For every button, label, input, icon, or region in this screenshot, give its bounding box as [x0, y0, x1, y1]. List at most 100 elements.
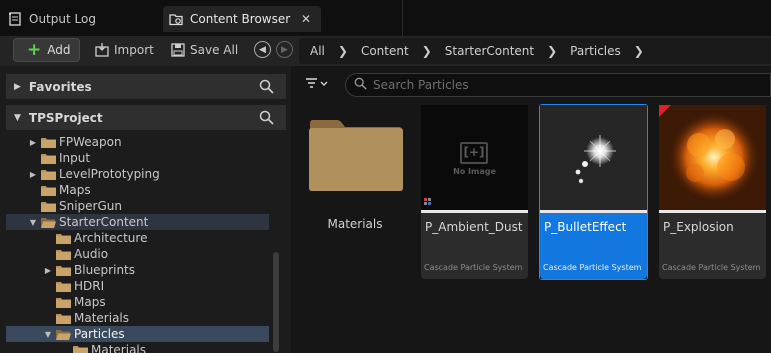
tree-item-label: FPWeapon [59, 135, 122, 149]
tree-item[interactable]: Input [6, 150, 269, 166]
breadcrumb-particles[interactable]: Particles [570, 44, 621, 58]
tree-item-label: Blueprints [74, 263, 136, 277]
tree-item[interactable]: ▼ Particles [6, 326, 269, 342]
asset-view: Materials [+] No Image P_Ambient_Dust Ca… [293, 66, 771, 353]
expand-right-icon[interactable]: ▶ [14, 82, 21, 92]
folder-tree: ▶ FPWeapon Input ▶ LevelPrototyping Maps Snipe… [6, 134, 271, 353]
search-icon [354, 77, 367, 93]
search-input[interactable] [373, 78, 753, 92]
folder-open-icon [41, 217, 56, 228]
toolbar: + Add Import Save All ◀ ▶ All ❯ Content … [0, 36, 771, 66]
expand-right-icon[interactable]: ▶ [43, 266, 53, 275]
plus-icon: + [27, 39, 42, 60]
import-button[interactable]: Import [95, 40, 154, 60]
scrollbar[interactable] [273, 252, 279, 352]
save-icon [171, 43, 185, 57]
tree-item[interactable]: Audio [6, 246, 269, 262]
sources-panel: ▶ Favorites ▼ TPSProject ▶ FPWeapon Input ▶… [0, 66, 291, 353]
folder-icon [56, 313, 71, 324]
asset-thumbnail [540, 105, 647, 210]
expand-down-icon[interactable]: ▼ [28, 218, 38, 227]
folder-icon [41, 185, 56, 196]
tab-output-log[interactable]: Output Log [0, 6, 160, 32]
search-icon[interactable] [259, 110, 274, 125]
tree-item[interactable]: Materials [6, 342, 269, 353]
favorites-header[interactable]: ▶ Favorites [6, 74, 286, 99]
asset-info: P_Ambient_Dust Cascade Particle System [421, 210, 528, 279]
modified-marker [659, 105, 671, 117]
search-box[interactable] [345, 73, 771, 97]
tree-item-label: Maps [59, 183, 91, 197]
bullet-effect-preview [575, 135, 616, 184]
import-icon [95, 43, 109, 57]
tree-item[interactable]: SniperGun [6, 198, 269, 214]
tree-item-label: Materials [74, 311, 130, 325]
asset-name: P_Ambient_Dust [425, 220, 523, 234]
asset-type-bar [659, 210, 766, 213]
forward-arrow-icon[interactable]: ▶ [276, 41, 293, 58]
tree-item[interactable]: HDRI [6, 278, 269, 294]
tab-output-log-label: Output Log [29, 12, 96, 26]
asset-tile[interactable]: P_Explosion Cascade Particle System [659, 105, 766, 279]
close-icon[interactable]: ✕ [301, 12, 311, 26]
tree-item[interactable]: ▶ FPWeapon [6, 134, 269, 150]
folder-name: Materials [327, 217, 383, 231]
asset-type-bar [421, 210, 528, 213]
chevron-right-icon[interactable]: ❯ [338, 44, 348, 58]
tree-item[interactable]: ▼ StarterContent [6, 214, 269, 230]
chevron-right-icon[interactable]: ❯ [634, 44, 644, 58]
expand-down-icon[interactable]: ▼ [43, 330, 53, 339]
folder-tile[interactable]: Materials [305, 105, 405, 279]
import-button-label: Import [114, 43, 154, 57]
add-button-label: Add [47, 43, 71, 57]
tab-content-browser[interactable]: Content Browser ✕ [163, 6, 321, 32]
filter-icon[interactable] [305, 77, 335, 93]
folder-icon [56, 233, 71, 244]
particle-type-icon [424, 198, 431, 205]
tree-item[interactable]: Maps [6, 182, 269, 198]
asset-thumbnail: [+] No Image [421, 105, 528, 210]
save-all-button-label: Save All [190, 43, 239, 57]
tree-item-label: SniperGun [59, 199, 122, 213]
back-arrow-icon[interactable]: ◀ [254, 41, 271, 58]
output-log-icon [8, 12, 22, 26]
tree-item[interactable]: Materials [6, 310, 269, 326]
expand-down-icon[interactable]: ▼ [14, 113, 21, 123]
tree-item-label: Audio [74, 247, 109, 261]
breadcrumb-startercontent[interactable]: StarterContent [445, 44, 534, 58]
project-header[interactable]: ▼ TPSProject [6, 105, 286, 130]
tree-item-label: HDRI [74, 279, 105, 293]
expand-right-icon[interactable]: ▶ [28, 138, 38, 147]
asset-type: Cascade Particle System [662, 263, 761, 272]
add-button[interactable]: + Add [13, 38, 80, 62]
chevron-right-icon[interactable]: ❯ [547, 44, 557, 58]
tree-item[interactable]: Maps [6, 294, 269, 310]
search-icon[interactable] [259, 79, 274, 94]
favorites-label: Favorites [28, 79, 92, 94]
breadcrumb-all[interactable]: All [310, 44, 325, 58]
folder-icon [41, 153, 56, 164]
tree-item-label: Materials [91, 343, 147, 353]
asset-type: Cascade Particle System [424, 263, 523, 272]
asset-tile[interactable]: [+] No Image P_Ambient_Dust Cascade Part… [421, 105, 528, 279]
folder-icon [56, 297, 71, 308]
expand-right-icon[interactable]: ▶ [28, 170, 38, 179]
asset-name: P_BulletEffect [544, 220, 627, 234]
chevron-right-icon[interactable]: ❯ [422, 44, 432, 58]
save-all-button[interactable]: Save All [171, 40, 238, 60]
tree-item[interactable]: ▶ LevelPrototyping [6, 166, 269, 182]
content-browser-icon [169, 12, 183, 26]
folder-icon [56, 281, 71, 292]
folder-open-icon [56, 329, 71, 340]
folder-icon [56, 265, 71, 276]
asset-tile-selected[interactable]: P_BulletEffect Cascade Particle System [539, 104, 648, 280]
explosion-preview [659, 105, 766, 210]
tab-content-browser-label: Content Browser [190, 12, 291, 26]
asset-name: P_Explosion [663, 220, 734, 234]
folder-icon [41, 201, 56, 212]
tree-item-label: Maps [74, 295, 106, 309]
breadcrumb-content[interactable]: Content [361, 44, 409, 58]
tree-item[interactable]: ▶ Blueprints [6, 262, 269, 278]
tree-item-label: Architecture [74, 231, 148, 245]
tree-item[interactable]: Architecture [6, 230, 269, 246]
